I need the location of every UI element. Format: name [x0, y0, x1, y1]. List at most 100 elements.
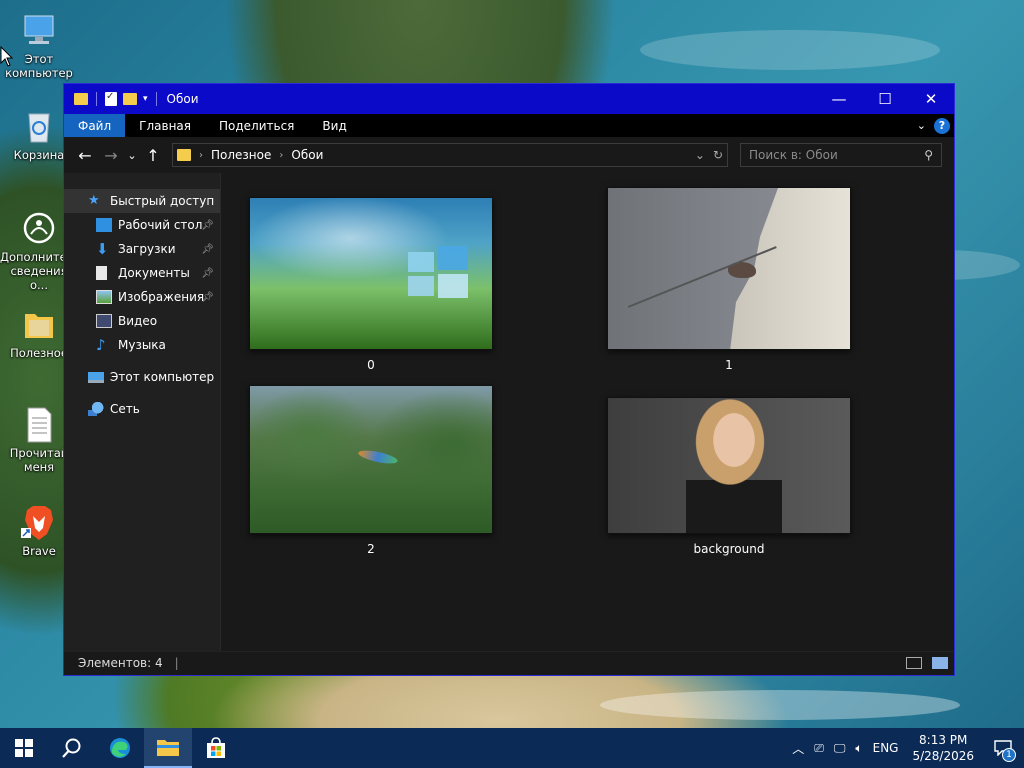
expand-ribbon-icon[interactable]: ⌄: [917, 119, 926, 132]
file-item[interactable]: background: [607, 397, 851, 556]
help-button[interactable]: ?: [934, 117, 950, 134]
start-button[interactable]: [0, 728, 48, 768]
search-icon: [62, 738, 81, 758]
taskbar-store[interactable]: [192, 728, 240, 768]
info-circle-icon: [23, 212, 55, 244]
file-name: background: [693, 542, 765, 556]
pictures-icon: [96, 290, 112, 304]
explorer-window[interactable]: ▾ Обои — ☐ ✕ Файл Главная Поделиться Вид…: [63, 83, 955, 676]
bird-shape: [357, 447, 399, 467]
folder-icon: [25, 314, 53, 338]
sidebar-item-pictures[interactable]: Изображения 📌︎: [64, 285, 220, 309]
action-center-button[interactable]: 1: [988, 733, 1018, 763]
search-box[interactable]: Поиск в: Обои ⚲: [740, 143, 942, 167]
wallpaper-thumbnail-bird-on-rock: [607, 187, 851, 350]
window-title: Обои: [166, 92, 199, 106]
taskbar-file-explorer[interactable]: [144, 728, 192, 768]
refresh-icon[interactable]: ↻: [713, 148, 723, 162]
wallpaper-thumbnail-portrait: [607, 397, 851, 534]
meet-now-icon[interactable]: ⎚: [814, 741, 824, 756]
minimize-icon: —: [831, 90, 847, 108]
clock[interactable]: 8:13 PM 5/28/2026: [908, 732, 978, 764]
store-bag-icon: [207, 737, 225, 758]
sidebar-item-videos[interactable]: Видео: [64, 309, 220, 333]
search-button[interactable]: [48, 728, 96, 768]
sidebar-item-downloads[interactable]: ⬇ Загрузки 📌︎: [64, 237, 220, 261]
address-dropdown-icon[interactable]: ⌄: [695, 148, 705, 162]
folder-icon: [177, 149, 191, 161]
file-item[interactable]: 0: [249, 197, 493, 372]
forward-arrow-icon[interactable]: →: [98, 146, 124, 165]
search-placeholder: Поиск в: Обои: [749, 148, 838, 162]
sidebar-item-quick-access[interactable]: ★ Быстрый доступ: [64, 189, 220, 213]
network-icon: [88, 402, 104, 416]
tab-file[interactable]: Файл: [64, 114, 126, 137]
sidebar-item-music[interactable]: ♪ Музыка: [64, 333, 220, 357]
breadcrumb-useful[interactable]: Полезное: [211, 148, 271, 162]
address-bar[interactable]: › Полезное › Обои ⌄ ↻: [172, 143, 728, 167]
item-count: Элементов: 4: [78, 655, 163, 670]
maximize-button[interactable]: ☐: [862, 84, 908, 114]
documents-icon: [96, 266, 107, 280]
sidebar-item-documents[interactable]: Документы 📌︎: [64, 261, 220, 285]
close-icon: ✕: [924, 90, 938, 108]
system-tray: ︿ ⎚ 🖵︎ 🔈︎ ENG 8:13 PM 5/28/2026 1: [792, 732, 1024, 764]
notification-count-badge: 1: [1002, 748, 1016, 762]
computer-icon: [88, 371, 104, 383]
network-icon[interactable]: 🖵︎: [834, 741, 846, 756]
chevron-right-icon[interactable]: ›: [279, 150, 283, 161]
star-icon: ★: [88, 193, 100, 208]
sidebar-item-desktop[interactable]: Рабочий стол 📌︎: [64, 213, 220, 237]
tab-home[interactable]: Главная: [125, 114, 205, 137]
status-bar: Элементов: 4 |: [64, 651, 954, 673]
search-icon[interactable]: ⚲: [924, 148, 933, 162]
pin-icon[interactable]: 📌︎: [201, 244, 214, 255]
separator: |: [174, 655, 179, 670]
taskbar-edge[interactable]: [96, 728, 144, 768]
sea-foam: [600, 690, 960, 720]
file-item[interactable]: 1: [607, 187, 851, 372]
navigation-pane: ★ Быстрый доступ Рабочий стол 📌︎ ⬇ Загру…: [64, 173, 221, 651]
up-arrow-icon[interactable]: ↑: [140, 146, 166, 165]
pin-icon[interactable]: 📌︎: [201, 292, 214, 303]
navigation-bar: ← → ⌄ ↑ › Полезное › Обои ⌄ ↻ Поиск в: О…: [64, 137, 954, 173]
taskbar: ︿ ⎚ 🖵︎ 🔈︎ ENG 8:13 PM 5/28/2026 1: [0, 728, 1024, 768]
details-view-icon[interactable]: [906, 656, 922, 669]
file-list: 0 1 2 background: [221, 173, 954, 651]
properties-icon[interactable]: [105, 91, 117, 106]
desktop-icon-this-pc[interactable]: Этот компьютер: [0, 10, 78, 80]
sea-foam: [640, 30, 940, 70]
clock-time: 8:13 PM: [919, 733, 968, 747]
breadcrumb-wallpapers[interactable]: Обои: [291, 148, 323, 162]
edge-browser-icon: [110, 738, 130, 758]
file-name: 2: [367, 542, 375, 556]
recycle-bin-icon: [28, 113, 50, 143]
sidebar-item-network[interactable]: Сеть: [64, 397, 220, 421]
tab-share[interactable]: Поделиться: [205, 114, 308, 137]
pin-icon[interactable]: 📌︎: [201, 268, 214, 279]
large-icons-view-icon[interactable]: [932, 656, 948, 669]
sidebar-item-this-pc[interactable]: Этот компьютер: [64, 365, 220, 389]
downloads-icon: ⬇: [96, 240, 109, 258]
desktop-folder-icon: [96, 218, 112, 232]
close-button[interactable]: ✕: [908, 84, 954, 114]
recent-locations-icon[interactable]: ⌄: [124, 149, 140, 162]
clock-date: 5/28/2026: [912, 749, 974, 763]
back-arrow-icon[interactable]: ←: [72, 146, 98, 165]
title-bar[interactable]: ▾ Обои — ☐ ✕: [64, 84, 954, 114]
tab-view[interactable]: Вид: [308, 114, 360, 137]
volume-icon[interactable]: 🔈︎: [855, 741, 862, 756]
windows-logo-icon: [408, 246, 468, 298]
language-indicator[interactable]: ENG: [873, 741, 899, 755]
minimize-button[interactable]: —: [816, 84, 862, 114]
show-hidden-icons-icon[interactable]: ︿: [792, 740, 804, 757]
wallpaper-thumbnail-windows: [249, 197, 493, 350]
computer-icon: [24, 15, 54, 44]
new-folder-icon[interactable]: [123, 93, 137, 105]
file-item[interactable]: 2: [249, 385, 493, 556]
pin-icon[interactable]: 📌︎: [201, 220, 214, 231]
maximize-icon: ☐: [878, 90, 892, 108]
chevron-right-icon[interactable]: ›: [199, 150, 203, 161]
file-name: 0: [367, 358, 375, 372]
customize-toolbar-icon[interactable]: ▾: [143, 94, 148, 104]
